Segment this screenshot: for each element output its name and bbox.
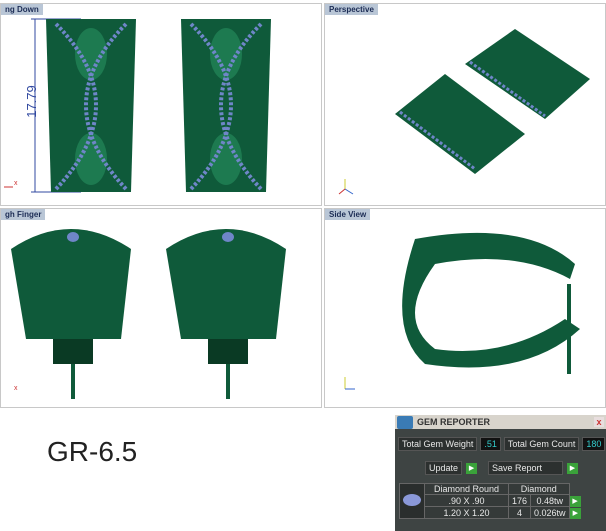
save-report-label: Save Report xyxy=(488,461,563,475)
dimension-label: 17.79 xyxy=(23,85,39,118)
viewport-front[interactable]: gh Finger x xyxy=(0,208,322,408)
gem-round-icon xyxy=(399,483,425,519)
close-button[interactable]: x xyxy=(594,417,604,427)
earring-front-render xyxy=(11,229,286,399)
viewport-label: ng Down xyxy=(1,4,43,15)
gem-weight: 0.026tw xyxy=(530,506,570,519)
viewport-top[interactable]: ng Down 17.79 x xyxy=(0,3,322,206)
viewport-side[interactable]: Side View xyxy=(324,208,606,408)
update-button[interactable]: Update ▶ xyxy=(425,461,478,475)
play-icon: ▶ xyxy=(466,462,478,474)
total-weight-label: Total Gem Weight xyxy=(398,437,478,451)
gem-count: 176 xyxy=(507,494,532,507)
viewport-label: Side View xyxy=(325,209,371,220)
gem-table: Diamond Round Diamond .90 X .90 176 0.48tw… xyxy=(399,483,582,519)
viewport-label: Perspective xyxy=(325,4,378,15)
total-count-value: 180 xyxy=(582,437,606,451)
earring-top-render xyxy=(4,18,271,193)
earring-perspective-render xyxy=(338,29,590,195)
total-count-label: Total Gem Count xyxy=(503,437,580,451)
viewport-label: gh Finger xyxy=(1,209,46,220)
axis-x-label: x xyxy=(14,180,18,187)
row-play-button[interactable]: ▶ xyxy=(569,495,581,507)
gem-reporter-panel: GEM REPORTER x Total Gem Weight .51 Total… xyxy=(395,415,606,531)
row-play-button[interactable]: ▶ xyxy=(569,507,581,519)
model-code: GR-6.5 xyxy=(47,436,138,467)
save-report-button[interactable]: Save Report ▶ xyxy=(488,461,578,475)
gem-logo-icon xyxy=(397,416,413,429)
update-label: Update xyxy=(425,461,463,475)
gem-size: 1.20 X 1.20 xyxy=(424,506,509,519)
header: Diamond Round xyxy=(424,483,509,495)
gem-count: 4 xyxy=(507,506,532,519)
header: Diamond xyxy=(508,483,570,495)
panel-title: GEM REPORTER xyxy=(417,417,491,427)
gem-weight: 0.48tw xyxy=(530,494,570,507)
earring-side-render xyxy=(344,232,580,390)
play-icon: ▶ xyxy=(567,462,578,474)
table-row: .90 X .90 176 0.48tw ▶ xyxy=(400,494,582,507)
viewport-perspective[interactable]: Perspective xyxy=(324,3,606,206)
axis-x-label: x xyxy=(14,385,18,392)
gem-size: .90 X .90 xyxy=(424,494,509,507)
table-row: 1.20 X 1.20 4 0.026tw ▶ xyxy=(400,506,582,519)
total-weight-value: .51 xyxy=(480,437,501,451)
